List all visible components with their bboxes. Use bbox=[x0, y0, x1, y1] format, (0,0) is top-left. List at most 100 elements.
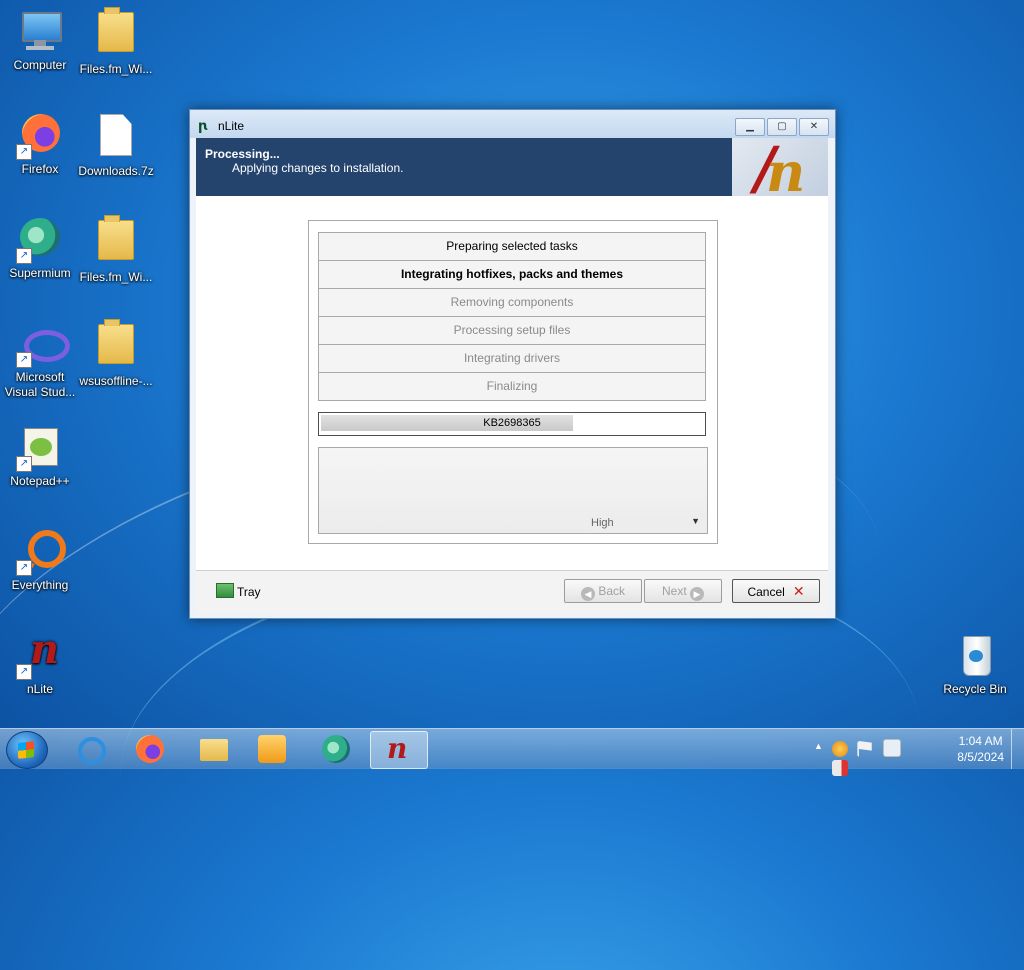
clock-time: 1:04 AM bbox=[958, 734, 1003, 748]
firefox-icon: ↗ bbox=[16, 112, 64, 160]
desktop-icon-label: Files.fm_Wi... bbox=[79, 62, 153, 76]
cancel-button[interactable]: Cancel ✕ bbox=[732, 579, 820, 603]
next-button[interactable]: Next ▶ bbox=[644, 579, 722, 603]
desktop-icon-supermium[interactable]: ↗ Supermium bbox=[0, 216, 80, 281]
desktop-icon-nlite[interactable]: n ↗ nLite bbox=[0, 626, 80, 697]
desktop-icon-label: Computer bbox=[13, 58, 67, 72]
chevron-down-icon: ▼ bbox=[691, 516, 700, 526]
processing-panel: Preparing selected tasks Integrating hot… bbox=[308, 220, 718, 544]
desktop-icon-recycle-bin[interactable]: Recycle Bin bbox=[935, 632, 1015, 697]
shortcut-arrow-icon: ↗ bbox=[16, 560, 32, 576]
nlite-window: ꞃ nLite ▁ ▢ ✕ Processing... Applying cha… bbox=[189, 109, 836, 619]
folder-icon bbox=[92, 7, 140, 60]
media-player-icon bbox=[258, 735, 286, 763]
desktop-icon-label: Downloads.7z bbox=[78, 164, 154, 178]
tray-icon bbox=[216, 583, 234, 598]
desktop-icon-files-fm-1[interactable]: Files.fm_Wi... bbox=[76, 7, 156, 77]
desktop-icon-files-fm-2[interactable]: Files.fm_Wi... bbox=[76, 215, 156, 285]
taskbar: n ▲ 1:04 AM 8/5/2024 bbox=[0, 728, 1024, 776]
window-titlebar[interactable]: ꞃ nLite ▁ ▢ ✕ bbox=[190, 110, 835, 138]
desktop-icon-label: Notepad++ bbox=[10, 474, 70, 488]
tray-label: Tray bbox=[237, 585, 261, 599]
desktop-icon-visual-studio[interactable]: ↗ Microsoft Visual Stud... bbox=[0, 320, 80, 400]
supermium-icon: ↗ bbox=[16, 216, 64, 264]
desktop-icon-everything[interactable]: ↗ Everything bbox=[0, 528, 80, 593]
desktop-icon-wsusoffline[interactable]: wsusoffline-... bbox=[76, 319, 156, 389]
firefox-icon bbox=[136, 735, 164, 763]
everything-search-icon: ↗ bbox=[16, 528, 66, 576]
window-title: nLite bbox=[218, 119, 245, 133]
close-x-icon: ✕ bbox=[792, 583, 805, 599]
next-label: Next bbox=[661, 584, 687, 598]
shortcut-arrow-icon: ↗ bbox=[16, 456, 32, 472]
windows-logo-icon bbox=[18, 741, 34, 759]
desktop-icon-label: Microsoft Visual Stud... bbox=[4, 370, 76, 399]
back-arrow-icon: ◀ bbox=[580, 587, 595, 601]
tray-button[interactable]: Tray bbox=[216, 583, 261, 599]
task-item-integrating-hotfixes: Integrating hotfixes, packs and themes bbox=[318, 261, 706, 289]
nlite-app-icon: ꞃ bbox=[198, 118, 208, 133]
window-client: Processing... Applying changes to instal… bbox=[196, 134, 828, 613]
shortcut-arrow-icon: ↗ bbox=[16, 248, 32, 264]
clock-date: 8/5/2024 bbox=[957, 750, 1004, 764]
file-icon bbox=[92, 114, 140, 162]
folder-icon bbox=[200, 739, 228, 761]
task-list: Preparing selected tasks Integrating hot… bbox=[318, 232, 706, 401]
window-footer: Tray ◀ Back Next ▶ Cancel ✕ bbox=[196, 570, 828, 613]
internet-explorer-icon bbox=[78, 737, 106, 765]
show-desktop-button[interactable] bbox=[1011, 729, 1024, 769]
cancel-label: Cancel bbox=[747, 585, 785, 599]
priority-select[interactable]: High ▼ bbox=[587, 514, 705, 532]
desktop-icon-label: Recycle Bin bbox=[943, 682, 1007, 696]
header-title: Processing... bbox=[205, 147, 280, 161]
desktop-icon-label: Firefox bbox=[21, 162, 59, 176]
task-item-finalizing: Finalizing bbox=[318, 373, 706, 401]
system-tray: ▲ 1:04 AM 8/5/2024 bbox=[814, 729, 1024, 776]
back-button[interactable]: ◀ Back bbox=[564, 579, 642, 603]
desktop-icon-label: Supermium bbox=[9, 266, 71, 280]
visual-studio-icon: ↗ bbox=[16, 320, 70, 368]
task-item-processing-setup-files: Processing setup files bbox=[318, 317, 706, 345]
header-subtitle: Applying changes to installation. bbox=[232, 161, 404, 175]
desktop-icon-label: Everything bbox=[11, 578, 69, 592]
desktop-icon-label: nLite bbox=[26, 682, 54, 696]
supermium-icon bbox=[322, 735, 350, 763]
progress-bar: KB2698365 bbox=[318, 412, 706, 436]
volume-muted-icon[interactable] bbox=[832, 760, 848, 776]
taskbar-internet-explorer[interactable] bbox=[62, 731, 118, 767]
nlite-logo-icon: / n bbox=[732, 134, 828, 204]
tray-app-icon[interactable] bbox=[832, 741, 848, 757]
taskbar-supermium[interactable] bbox=[308, 731, 364, 767]
action-center-flag-icon[interactable] bbox=[857, 741, 872, 757]
desktop-icon-notepad-plus-plus[interactable]: ↗ Notepad++ bbox=[0, 424, 80, 489]
back-label: Back bbox=[598, 584, 626, 598]
desktop-icon-computer[interactable]: Computer bbox=[0, 8, 80, 73]
close-button[interactable]: ✕ bbox=[799, 118, 829, 136]
progress-text: KB2698365 bbox=[483, 417, 541, 429]
next-arrow-icon: ▶ bbox=[690, 587, 705, 601]
header-banner: Processing... Applying changes to instal… bbox=[196, 134, 828, 204]
desktop-icon-label: Files.fm_Wi... bbox=[79, 270, 153, 284]
taskbar-firefox[interactable] bbox=[122, 731, 178, 767]
desktop-icon-downloads[interactable]: Downloads.7z bbox=[76, 112, 156, 179]
taskbar-media-player[interactable] bbox=[244, 731, 300, 767]
start-button[interactable] bbox=[6, 731, 48, 769]
taskbar-nlite[interactable]: n bbox=[370, 731, 428, 769]
shortcut-arrow-icon: ↗ bbox=[16, 352, 32, 368]
taskbar-file-explorer[interactable] bbox=[186, 731, 242, 767]
clock[interactable]: 1:04 AM 8/5/2024 bbox=[957, 733, 1004, 765]
priority-select-value: High bbox=[591, 517, 614, 529]
show-hidden-icons-button[interactable]: ▲ bbox=[814, 741, 823, 751]
log-area: High ▼ bbox=[318, 447, 708, 534]
notepad-plus-plus-icon: ↗ bbox=[16, 424, 64, 472]
folder-icon bbox=[92, 215, 140, 268]
task-item-preparing: Preparing selected tasks bbox=[318, 232, 706, 261]
network-icon[interactable] bbox=[882, 739, 901, 757]
shortcut-arrow-icon: ↗ bbox=[16, 664, 32, 680]
desktop-icon-firefox[interactable]: ↗ Firefox bbox=[0, 112, 80, 177]
shortcut-arrow-icon: ↗ bbox=[16, 144, 32, 160]
nlite-icon: n bbox=[387, 732, 408, 765]
task-item-removing-components: Removing components bbox=[318, 289, 706, 317]
recycle-bin-icon bbox=[951, 632, 999, 680]
folder-icon bbox=[92, 319, 140, 372]
